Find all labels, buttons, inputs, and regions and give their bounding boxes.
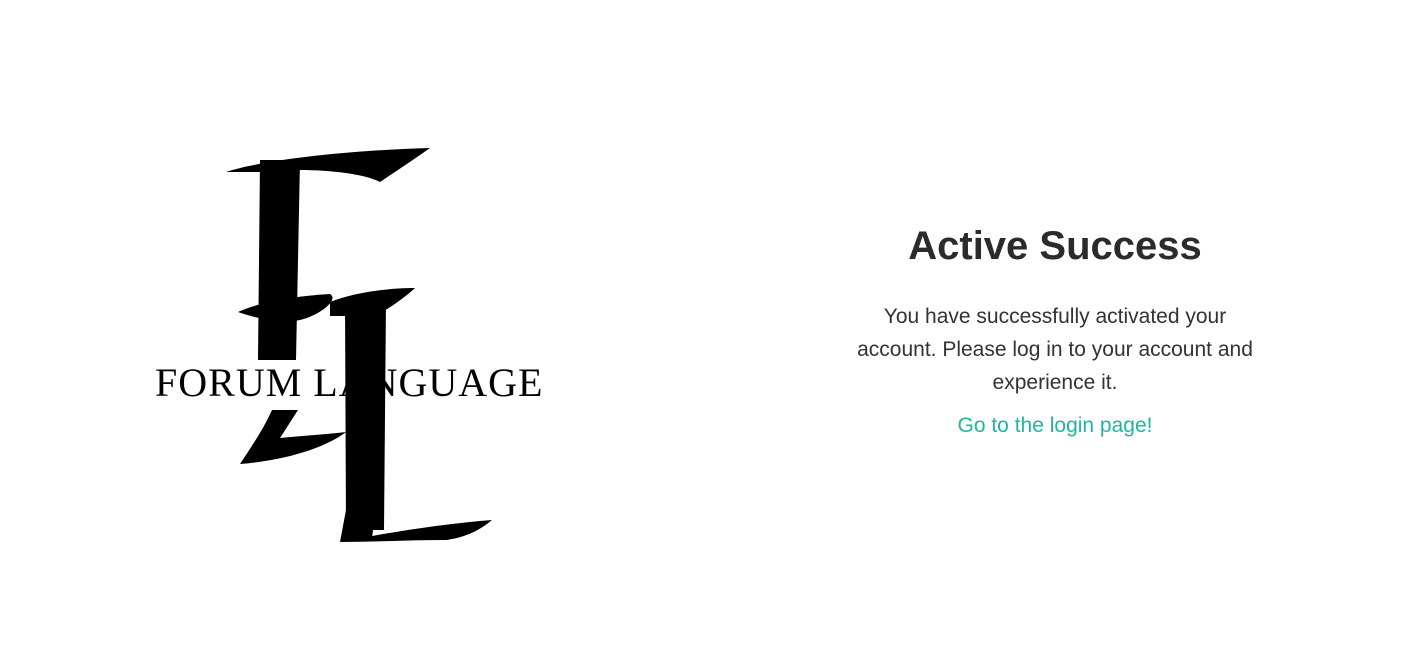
- login-page-link[interactable]: Go to the login page!: [958, 411, 1153, 441]
- forum-language-logo: FORUM LANGUAGE: [140, 140, 570, 550]
- activation-message: You have successfully activated your acc…: [857, 305, 1253, 394]
- logo-wordmark: FORUM LANGUAGE: [155, 360, 543, 405]
- fl-monogram-logo: FORUM LANGUAGE: [155, 148, 543, 542]
- activation-content: Active Success You have successfully act…: [835, 222, 1275, 441]
- activation-page: FORUM LANGUAGE Active Success You have s…: [0, 0, 1415, 669]
- page-title: Active Success: [908, 224, 1202, 268]
